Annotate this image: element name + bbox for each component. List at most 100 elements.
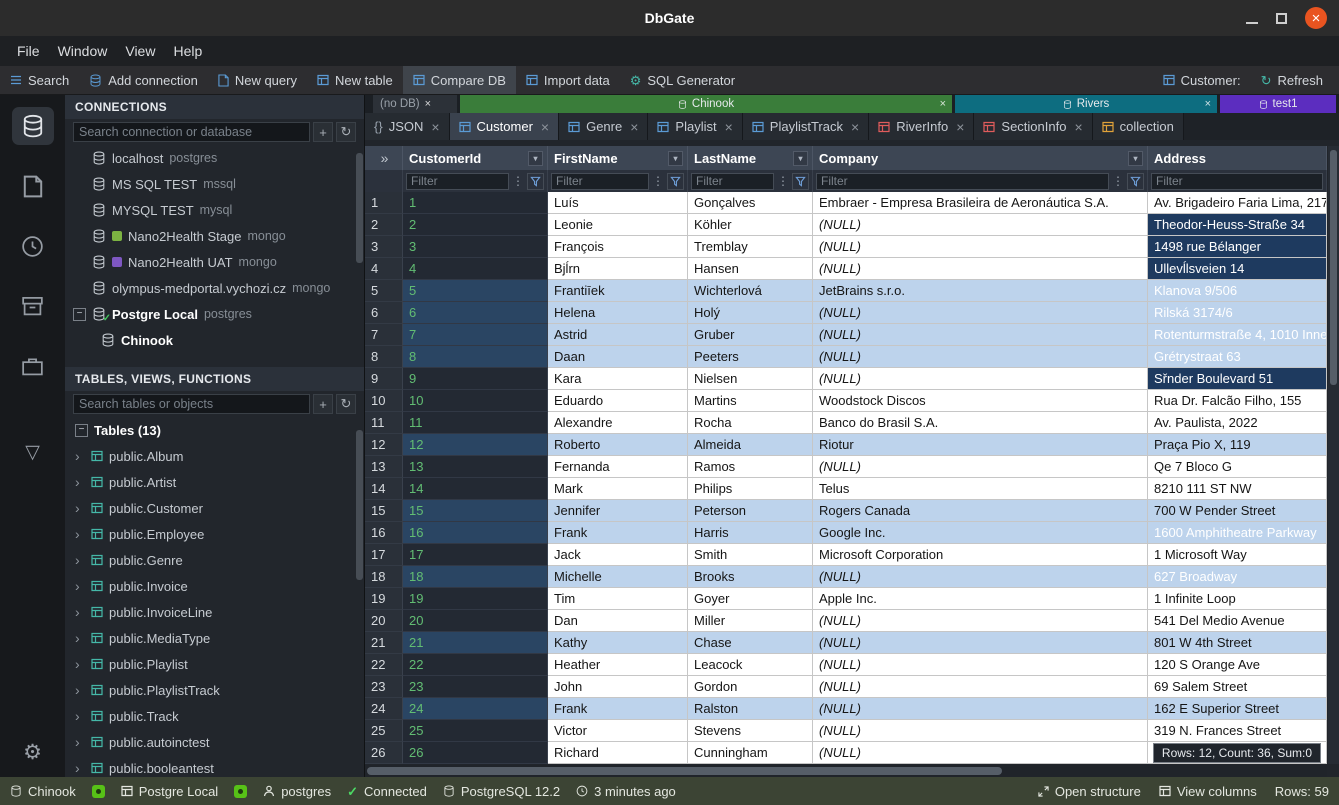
- maximize-icon[interactable]: [1276, 13, 1287, 24]
- table-row[interactable]: 24 24 Frank Ralston (NULL) 162 E Superio…: [365, 698, 1327, 720]
- connection-item-nano2health-uat[interactable]: Nano2Health UAT mongo: [65, 249, 364, 275]
- sidebar-icon-history[interactable]: [12, 227, 54, 265]
- cell-lastname[interactable]: Nielsen: [688, 368, 813, 390]
- table-row[interactable]: 5 5 Frantiīek Wichterlová JetBrains s.r.…: [365, 280, 1327, 302]
- close-icon[interactable]: ×: [851, 119, 859, 135]
- connections-search-input[interactable]: [73, 122, 310, 142]
- sidebar-icon-archive[interactable]: [12, 287, 54, 325]
- filter-funnel-icon[interactable]: [667, 173, 684, 190]
- table-row[interactable]: 1 1 Luís Gonçalves Embraer - Empresa Bra…: [365, 192, 1327, 214]
- db-tab-no-db[interactable]: (no DB) ×: [373, 95, 457, 113]
- cell-customerid[interactable]: 15: [403, 500, 548, 522]
- db-tab-rivers[interactable]: Rivers ×: [955, 95, 1217, 113]
- sidebar-table-item[interactable]: › public.Employee: [65, 521, 364, 547]
- column-header-lastname[interactable]: LastName ▾: [688, 146, 813, 170]
- sidebar-table-item[interactable]: › public.booleantest: [65, 755, 364, 777]
- filter-input-company[interactable]: [816, 173, 1109, 190]
- cell-firstname[interactable]: John: [548, 676, 688, 698]
- close-icon[interactable]: ×: [630, 119, 638, 135]
- connection-item-mssql-test[interactable]: MS SQL TEST mssql: [65, 171, 364, 197]
- statusbar-database[interactable]: Chinook: [10, 784, 76, 799]
- add-connection-button[interactable]: Add connection: [79, 66, 208, 94]
- scrollbar-thumb[interactable]: [367, 767, 1002, 775]
- cell-customerid[interactable]: 1: [403, 192, 548, 214]
- cell-company[interactable]: (NULL): [813, 214, 1148, 236]
- table-row[interactable]: 13 13 Fernanda Ramos (NULL) Qe 7 Bloco G: [365, 456, 1327, 478]
- cell-company[interactable]: Embraer - Empresa Brasileira de Aeronáut…: [813, 192, 1148, 214]
- cell-customerid[interactable]: 20: [403, 610, 548, 632]
- cell-firstname[interactable]: Eduardo: [548, 390, 688, 412]
- cell-company[interactable]: JetBrains s.r.o.: [813, 280, 1148, 302]
- cell-firstname[interactable]: Daan: [548, 346, 688, 368]
- filter-funnel-icon[interactable]: [1127, 173, 1144, 190]
- sidebar-table-item[interactable]: › public.InvoiceLine: [65, 599, 364, 625]
- filter-funnel-icon[interactable]: [527, 173, 544, 190]
- menu-window[interactable]: Window: [49, 36, 117, 66]
- kebab-menu-icon[interactable]: ⋮: [1111, 175, 1125, 187]
- cell-address[interactable]: 1 Infinite Loop: [1148, 588, 1327, 610]
- sidebar-table-item[interactable]: › public.MediaType: [65, 625, 364, 651]
- cell-company[interactable]: (NULL): [813, 236, 1148, 258]
- cell-lastname[interactable]: Philips: [688, 478, 813, 500]
- cell-customerid[interactable]: 5: [403, 280, 548, 302]
- cell-firstname[interactable]: Kathy: [548, 632, 688, 654]
- cell-company[interactable]: (NULL): [813, 698, 1148, 720]
- cell-address[interactable]: Rua Dr. Falcão Filho, 155: [1148, 390, 1327, 412]
- filter-funnel-icon[interactable]: [792, 173, 809, 190]
- filter-input-address[interactable]: [1151, 173, 1323, 190]
- cell-customerid[interactable]: 12: [403, 434, 548, 456]
- cell-firstname[interactable]: Luís: [548, 192, 688, 214]
- cell-customerid[interactable]: 10: [403, 390, 548, 412]
- cell-address[interactable]: Qe 7 Bloco G: [1148, 456, 1327, 478]
- cell-customerid[interactable]: 7: [403, 324, 548, 346]
- table-row[interactable]: 7 7 Astrid Gruber (NULL) Rotenturmstraße…: [365, 324, 1327, 346]
- cell-address[interactable]: Av. Brigadeiro Faria Lima, 2170: [1148, 192, 1327, 214]
- tables-group[interactable]: − Tables (13): [65, 417, 364, 443]
- cell-address[interactable]: Rotenturmstraße 4, 1010 Innere Stadt: [1148, 324, 1327, 346]
- new-table-button[interactable]: New table: [307, 66, 403, 94]
- cell-customerid[interactable]: 24: [403, 698, 548, 720]
- cell-firstname[interactable]: Roberto: [548, 434, 688, 456]
- table-row[interactable]: 18 18 Michelle Brooks (NULL) 627 Broadwa…: [365, 566, 1327, 588]
- table-row[interactable]: 10 10 Eduardo Martins Woodstock Discos R…: [365, 390, 1327, 412]
- cell-company[interactable]: Riotur: [813, 434, 1148, 456]
- cell-firstname[interactable]: Bjĺrn: [548, 258, 688, 280]
- cell-firstname[interactable]: Victor: [548, 720, 688, 742]
- sidebar-table-item[interactable]: › public.Track: [65, 703, 364, 729]
- cell-customerid[interactable]: 13: [403, 456, 548, 478]
- table-row[interactable]: 9 9 Kara Nielsen (NULL) Sřnder Boulevard…: [365, 368, 1327, 390]
- cell-firstname[interactable]: Astrid: [548, 324, 688, 346]
- minimize-icon[interactable]: [1246, 12, 1258, 24]
- table-row[interactable]: 6 6 Helena Holý (NULL) Rilská 3174/6: [365, 302, 1327, 324]
- cell-customerid[interactable]: 2: [403, 214, 548, 236]
- cell-firstname[interactable]: Richard: [548, 742, 688, 764]
- sidebar-table-item[interactable]: › public.Playlist: [65, 651, 364, 677]
- table-row[interactable]: 11 11 Alexandre Rocha Banco do Brasil S.…: [365, 412, 1327, 434]
- column-header-customerid[interactable]: CustomerId ▾: [403, 146, 548, 170]
- cell-address[interactable]: Ullevĺlsveien 14: [1148, 258, 1327, 280]
- table-row[interactable]: 23 23 John Gordon (NULL) 69 Salem Street: [365, 676, 1327, 698]
- close-icon[interactable]: ×: [1305, 7, 1327, 29]
- current-tab-menu-button[interactable]: Customer:: [1153, 66, 1251, 94]
- sidebar-scrollbar[interactable]: [356, 153, 363, 263]
- close-icon[interactable]: ×: [956, 119, 964, 135]
- connection-item-mysql-test[interactable]: MYSQL TEST mysql: [65, 197, 364, 223]
- cell-lastname[interactable]: Tremblay: [688, 236, 813, 258]
- filter-input-customerid[interactable]: [406, 173, 509, 190]
- cell-lastname[interactable]: Ramos: [688, 456, 813, 478]
- sidebar-icon-filter[interactable]: ▽: [12, 433, 54, 471]
- horizontal-scrollbar[interactable]: [365, 765, 1327, 777]
- cell-address[interactable]: Rilská 3174/6: [1148, 302, 1327, 324]
- cell-company[interactable]: (NULL): [813, 610, 1148, 632]
- cell-firstname[interactable]: Frank: [548, 522, 688, 544]
- cell-company[interactable]: Telus: [813, 478, 1148, 500]
- cell-firstname[interactable]: Jack: [548, 544, 688, 566]
- cell-customerid[interactable]: 17: [403, 544, 548, 566]
- cell-lastname[interactable]: Goyer: [688, 588, 813, 610]
- cell-customerid[interactable]: 11: [403, 412, 548, 434]
- refresh-connections-icon[interactable]: ↻: [336, 122, 356, 142]
- compare-db-button[interactable]: Compare DB: [403, 66, 516, 94]
- menu-help[interactable]: Help: [164, 36, 211, 66]
- table-row[interactable]: 20 20 Dan Miller (NULL) 541 Del Medio Av…: [365, 610, 1327, 632]
- cell-lastname[interactable]: Holý: [688, 302, 813, 324]
